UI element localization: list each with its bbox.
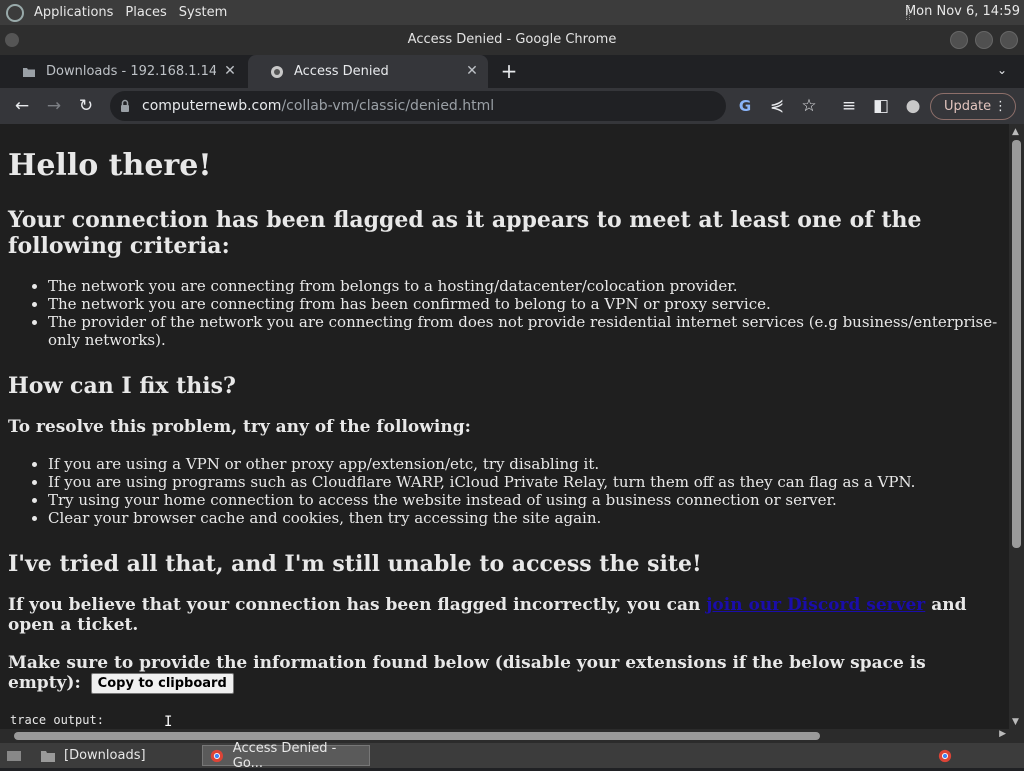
scroll-right-arrow-icon[interactable]: ▶ [999,729,1006,739]
scroll-down-arrow-icon[interactable]: ▼ [1012,717,1019,727]
taskbar-item-downloads[interactable]: [Downloads] [34,745,199,766]
tried-heading: I've tried all that, and I'm still unabl… [8,551,702,577]
applications-menu[interactable]: Applications [28,5,119,20]
window-menu-button[interactable] [5,33,19,47]
vertical-scrollbar[interactable]: ▲ ▼ [1009,124,1024,729]
taskbar-item-chrome[interactable]: Access Denied - Go... [202,741,370,771]
scroll-up-arrow-icon[interactable]: ▲ [1012,127,1019,137]
resolve-list: If you are using a VPN or other proxy ap… [8,455,1001,527]
forward-button[interactable]: → [42,94,66,118]
tab-access-denied[interactable]: Access Denied ✕ [248,55,488,88]
url-text[interactable]: computernewb.com/collab-vm/classic/denie… [142,91,494,121]
list-item: The provider of the network you are conn… [48,313,1001,349]
close-window-button[interactable] [1000,31,1018,49]
share-icon[interactable]: ⋞ [765,94,789,118]
horizontal-scroll-thumb[interactable] [14,732,820,740]
flagged-incorrectly-text: If you believe that your connection has … [8,595,1001,635]
tab-title: Access Denied [294,64,389,79]
page-content: Hello there! Your connection has been fl… [0,148,1009,729]
copy-to-clipboard-button[interactable]: Copy to clipboard [90,673,234,694]
site-favicon-icon [271,65,283,78]
page-viewport: Hello there! Your connection has been fl… [0,124,1009,729]
list-item: The network you are connecting from belo… [48,277,1001,295]
folder-icon [41,750,55,762]
address-bar[interactable]: computernewb.com/collab-vm/classic/denie… [110,91,726,121]
profile-avatar-icon[interactable]: ● [901,94,925,118]
minimize-button[interactable] [950,31,968,49]
folder-icon [23,67,35,77]
chrome-icon [210,749,224,762]
scrollbar-corner [1009,729,1024,743]
update-button[interactable]: Update ⋮ [930,93,1016,120]
taskbar-label: Access Denied - Go... [232,740,337,771]
provide-info-text: Make sure to provide the information fou… [8,653,1001,694]
google-lens-icon[interactable]: G [733,94,757,118]
new-tab-button[interactable]: + [498,61,520,83]
chrome-icon [938,749,952,762]
clock[interactable]: Mon Nov 6, 14:59 [905,4,1020,19]
tab-close-icon[interactable]: ✕ [464,63,480,79]
criteria-heading: Your connection has been flagged as it a… [8,207,922,259]
tab-downloads[interactable]: Downloads - 192.168.1.14 > Do ✕ [0,55,246,88]
criteria-list: The network you are connecting from belo… [8,277,1001,349]
tab-close-icon[interactable]: ✕ [222,63,238,79]
lock-icon[interactable] [120,99,130,112]
show-desktop-button[interactable] [0,745,32,766]
discord-link[interactable]: join our Discord server [706,595,925,615]
url-path: /collab-vm/classic/denied.html [281,98,495,114]
vertical-scroll-thumb[interactable] [1012,140,1021,548]
system-menu[interactable]: System [173,5,233,20]
top-panel: Applications Places System Mon Nov 6, 14… [0,0,1024,25]
horizontal-scrollbar[interactable]: ▶ [0,729,1009,743]
tab-strip: Downloads - 192.168.1.14 > Do ✕ Access D… [0,55,1024,88]
bottom-panel: [Downloads] Access Denied - Go... [0,741,1024,771]
trace-output[interactable]: trace output: fl=650f242 h=computernewb.… [10,712,1001,729]
window-title: Access Denied - Google Chrome [407,32,617,47]
flagged-text-before: If you believe that your connection has … [8,595,707,615]
reading-list-icon[interactable]: ≡ [837,94,861,118]
text-cursor-icon: I [164,714,173,730]
list-item: Try using your home connection to access… [48,491,1001,509]
tab-search-chevron-icon[interactable]: ⌄ [994,63,1010,79]
list-item: The network you are connecting from has … [48,295,1001,313]
distro-logo-icon[interactable] [6,3,24,22]
update-label: Update [944,99,992,114]
url-host: computernewb.com [142,98,282,114]
resolve-heading: To resolve this problem, try any of the … [8,417,471,437]
reload-button[interactable]: ↻ [74,94,98,118]
taskbar-label: [Downloads] [64,748,146,763]
tab-title: Downloads - 192.168.1.14 > Do [46,64,216,79]
places-menu[interactable]: Places [119,5,172,20]
list-item: If you are using a VPN or other proxy ap… [48,455,1001,473]
desktop-icon [7,750,21,761]
side-panel-icon[interactable]: ◧ [869,94,893,118]
window-titlebar[interactable]: Access Denied - Google Chrome [0,25,1024,55]
maximize-button[interactable] [975,31,993,49]
list-item: Clear your browser cache and cookies, th… [48,509,1001,527]
tray-chrome-icon[interactable] [936,745,960,766]
back-button[interactable]: ← [10,94,34,118]
browser-toolbar: ← → ↻ computernewb.com/collab-vm/classic… [0,88,1024,124]
list-item: If you are using programs such as Cloudf… [48,473,1001,491]
page-heading: Hello there! [8,148,212,183]
fix-heading: How can I fix this? [8,373,236,399]
more-menu-icon[interactable]: ⋮ [994,94,1007,119]
bookmark-star-icon[interactable]: ☆ [797,94,821,118]
